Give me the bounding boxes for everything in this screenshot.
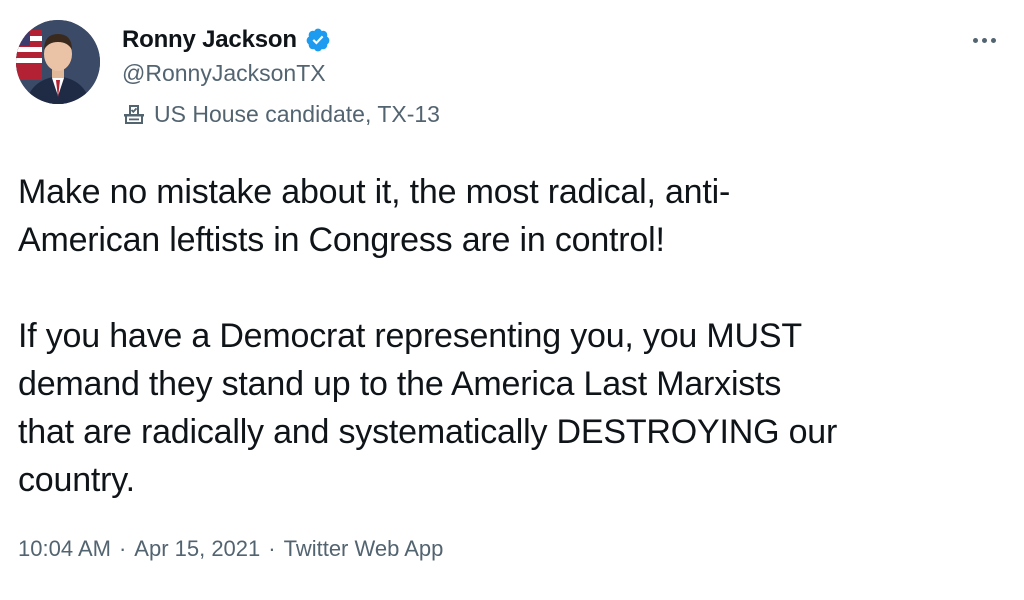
meta-separator: · bbox=[118, 536, 127, 561]
tweet-date[interactable]: Apr 15, 2021 bbox=[134, 536, 260, 562]
tweet-time[interactable]: 10:04 AM bbox=[18, 536, 111, 562]
affiliation-label: US House candidate, TX-13 bbox=[122, 101, 440, 128]
author-display-name[interactable]: Ronny Jackson bbox=[122, 26, 297, 54]
affiliation-label-text: US House candidate, TX-13 bbox=[154, 101, 440, 127]
verified-badge-icon bbox=[305, 27, 331, 53]
more-horizontal-icon bbox=[972, 37, 978, 43]
ballot-box-icon bbox=[122, 103, 146, 127]
author-handle[interactable]: @RonnyJacksonTX bbox=[122, 60, 326, 87]
author-name-row: Ronny Jackson bbox=[122, 24, 331, 56]
tweet-card: Ronny Jackson @RonnyJacksonTX US House c… bbox=[0, 0, 1024, 600]
more-dot bbox=[990, 37, 996, 43]
tweet-source[interactable]: Twitter Web App bbox=[284, 536, 444, 562]
tweet-text: Make no mistake about it, the most radic… bbox=[18, 173, 838, 499]
tweet-meta: 10:04 AM · Apr 15, 2021 · Twitter Web Ap… bbox=[18, 536, 443, 562]
more-options-button[interactable] bbox=[966, 30, 1002, 50]
avatar[interactable] bbox=[16, 20, 100, 104]
more-dot bbox=[981, 37, 987, 43]
profile-photo bbox=[16, 20, 100, 104]
meta-separator: · bbox=[268, 536, 276, 561]
